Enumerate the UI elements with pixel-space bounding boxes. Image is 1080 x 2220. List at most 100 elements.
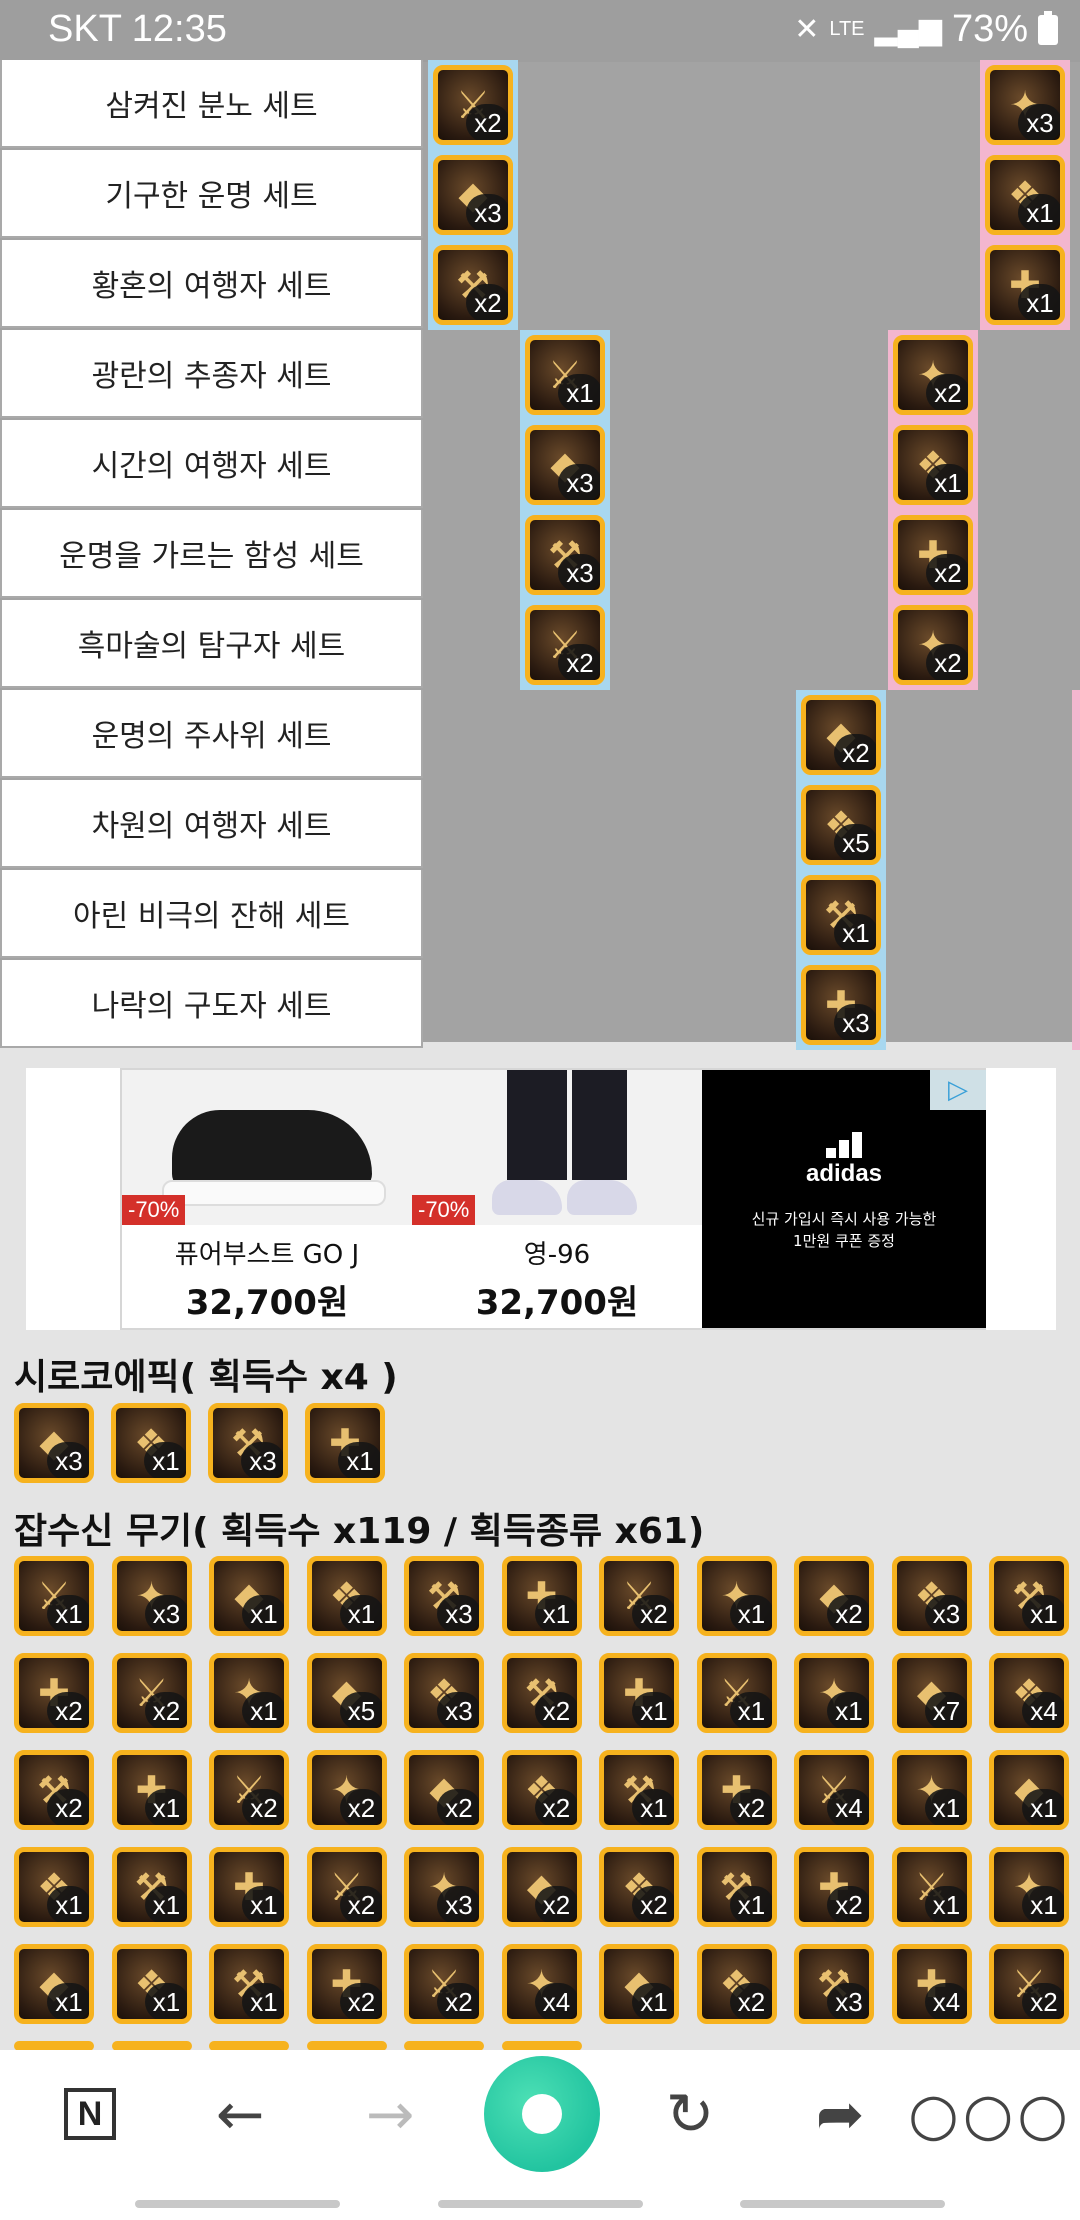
weapon-item[interactable]: ⚔ x2 xyxy=(111,1653,192,1733)
weapon-item[interactable]: ✚ x2 xyxy=(696,1750,777,1830)
signal-icon: ▂▄▆ xyxy=(874,13,942,46)
weapon-item[interactable]: ✦ x3 xyxy=(111,1556,192,1636)
set-item[interactable]: ⚔ x2 xyxy=(433,65,513,145)
set-name-cell: 삼켜진 분노 세트 xyxy=(0,60,423,148)
weapon-item[interactable]: ✦ x1 xyxy=(989,1847,1069,1927)
weapon-item[interactable]: ⚔ x2 xyxy=(306,1847,387,1927)
weapon-item[interactable]: ◆ x1 xyxy=(209,1556,289,1636)
weapon-item[interactable]: ⚒ x1 xyxy=(989,1556,1069,1636)
refresh-button[interactable]: ↻ xyxy=(630,2050,750,2178)
weapon-item[interactable]: ✚ x1 xyxy=(599,1653,679,1733)
weapon-item[interactable]: ✦ x2 xyxy=(306,1750,387,1830)
weapon-item[interactable]: ⚒ x1 xyxy=(209,1944,289,2024)
item-count: x2 xyxy=(534,1789,577,1825)
item-count: x7 xyxy=(924,1692,967,1728)
weapon-item[interactable]: ⚔ x1 xyxy=(891,1847,972,1927)
weapon-item[interactable]: ✚ x1 xyxy=(501,1556,582,1636)
arrow-right-icon: → xyxy=(365,2080,415,2148)
epic-item[interactable]: ◆ x3 xyxy=(14,1403,94,1483)
set-item[interactable]: ◆ x3 xyxy=(433,155,513,235)
weapon-item[interactable]: ❖ x1 xyxy=(14,1847,94,1927)
item-count: x1 xyxy=(924,1789,967,1825)
weapon-item[interactable]: ❖ x1 xyxy=(306,1556,387,1636)
set-item[interactable]: ✦ x2 xyxy=(893,335,973,415)
ad-choices-icon[interactable]: ▷ xyxy=(930,1070,986,1110)
weapon-item[interactable]: ✦ x1 xyxy=(209,1653,289,1733)
weapon-item[interactable]: ◆ x1 xyxy=(599,1944,679,2024)
weapon-item[interactable]: ◆ x5 xyxy=(306,1653,387,1733)
weapon-item[interactable]: ⚒ x2 xyxy=(14,1750,94,1830)
set-item[interactable]: ❖ x5 xyxy=(801,785,881,865)
epic-item[interactable]: ✚ x1 xyxy=(305,1403,385,1483)
set-item[interactable]: ❖ x1 xyxy=(985,155,1065,235)
set-item[interactable]: ❖ x1 xyxy=(893,425,973,505)
weapon-item[interactable]: ✦ x4 xyxy=(501,1944,582,2024)
weapon-item[interactable]: ✚ x2 xyxy=(306,1944,387,2024)
weapon-item[interactable]: ⚔ x2 xyxy=(599,1556,679,1636)
set-item[interactable]: ◆ x3 xyxy=(525,425,605,505)
weapon-item[interactable]: ❖ x3 xyxy=(891,1556,972,1636)
weapon-item[interactable]: ❖ x2 xyxy=(599,1847,679,1927)
green-dot-button[interactable] xyxy=(482,2050,602,2178)
set-item-cell xyxy=(1072,690,1080,780)
back-button[interactable]: ← xyxy=(180,2050,300,2178)
weapon-item[interactable]: ✦ x1 xyxy=(696,1556,777,1636)
weapon-item[interactable]: ❖ x3 xyxy=(404,1653,484,1733)
weapon-item[interactable]: ✚ x2 xyxy=(794,1847,874,1927)
weapon-item[interactable]: ❖ x2 xyxy=(696,1944,777,2024)
weapon-item[interactable]: ◆ x2 xyxy=(794,1556,874,1636)
weapon-item[interactable]: ✚ x1 xyxy=(209,1847,289,1927)
set-item[interactable]: ⚔ x2 xyxy=(525,605,605,685)
more-button[interactable]: ○○○ xyxy=(908,2050,1068,2178)
set-item[interactable]: ✦ x2 xyxy=(893,605,973,685)
set-item[interactable]: ⚒ x3 xyxy=(525,515,605,595)
epic-item[interactable]: ❖ x1 xyxy=(111,1403,191,1483)
weapon-item[interactable]: ⚔ x2 xyxy=(209,1750,289,1830)
weapon-item[interactable]: ⚔ x2 xyxy=(404,1944,484,2024)
epic-item[interactable]: ⚒ x3 xyxy=(208,1403,288,1483)
weapon-item[interactable]: ⚒ x1 xyxy=(599,1750,679,1830)
ad-content[interactable]: -70% 퓨어부스트 GO J 32,700원 -70% 영-96 32,700… xyxy=(120,1068,986,1330)
ad-product-2[interactable]: -70% 영-96 32,700원 xyxy=(412,1070,702,1328)
weapon-item[interactable]: ✚ x2 xyxy=(14,1653,94,1733)
item-count: x2 xyxy=(466,284,508,320)
weapon-item[interactable]: ⚒ x1 xyxy=(696,1847,777,1927)
share-icon: ➦ xyxy=(815,2080,865,2148)
weapon-item[interactable]: ✚ x4 xyxy=(891,1944,972,2024)
set-item[interactable]: ◆ x2 xyxy=(801,695,881,775)
set-item[interactable]: ⚒ x2 xyxy=(433,245,513,325)
weapon-item[interactable]: ✦ x1 xyxy=(794,1653,874,1733)
set-item[interactable]: ⚔ x1 xyxy=(525,335,605,415)
weapon-item[interactable]: ⚒ x2 xyxy=(501,1653,582,1733)
set-item[interactable]: ✦ x3 xyxy=(985,65,1065,145)
share-button[interactable]: ➦ xyxy=(780,2050,900,2178)
weapon-item[interactable]: ❖ x1 xyxy=(111,1944,192,2024)
weapon-item[interactable]: ◆ x2 xyxy=(404,1750,484,1830)
weapon-item[interactable]: ⚔ x1 xyxy=(14,1556,94,1636)
weapon-item[interactable]: ✦ x3 xyxy=(404,1847,484,1927)
set-item[interactable]: ✚ x3 xyxy=(801,965,881,1045)
set-item[interactable]: ✚ x2 xyxy=(893,515,973,595)
weapon-item[interactable]: ⚒ x1 xyxy=(111,1847,192,1927)
set-item[interactable]: ✚ x1 xyxy=(985,245,1065,325)
home-button[interactable]: N xyxy=(30,2050,150,2178)
weapon-item[interactable]: ⚔ x2 xyxy=(989,1944,1069,2024)
forward-button[interactable]: → xyxy=(330,2050,450,2178)
item-count: x1 xyxy=(827,1692,869,1728)
ad-product-1[interactable]: -70% 퓨어부스트 GO J 32,700원 xyxy=(122,1070,412,1328)
weapon-item[interactable]: ❖ x4 xyxy=(989,1653,1069,1733)
weapon-item[interactable]: ✚ x1 xyxy=(111,1750,192,1830)
set-item[interactable]: ⚒ x1 xyxy=(801,875,881,955)
weapon-item[interactable]: ❖ x2 xyxy=(501,1750,582,1830)
weapon-item[interactable]: ⚔ x4 xyxy=(794,1750,874,1830)
weapon-item[interactable]: ⚔ x1 xyxy=(696,1653,777,1733)
weapon-item[interactable]: ◆ x1 xyxy=(989,1750,1069,1830)
weapon-item[interactable]: ⚒ x3 xyxy=(794,1944,874,2024)
weapon-item[interactable]: ✦ x1 xyxy=(891,1750,972,1830)
weapon-item[interactable]: ◆ x2 xyxy=(501,1847,582,1927)
weapon-item[interactable]: ⚒ x3 xyxy=(404,1556,484,1636)
ad-banner[interactable]: -70% 퓨어부스트 GO J 32,700원 -70% 영-96 32,700… xyxy=(26,1068,1056,1330)
weapon-item[interactable]: ◆ x7 xyxy=(891,1653,972,1733)
weapon-item[interactable]: ◆ x1 xyxy=(14,1944,94,2024)
item-count: x3 xyxy=(144,1595,187,1631)
